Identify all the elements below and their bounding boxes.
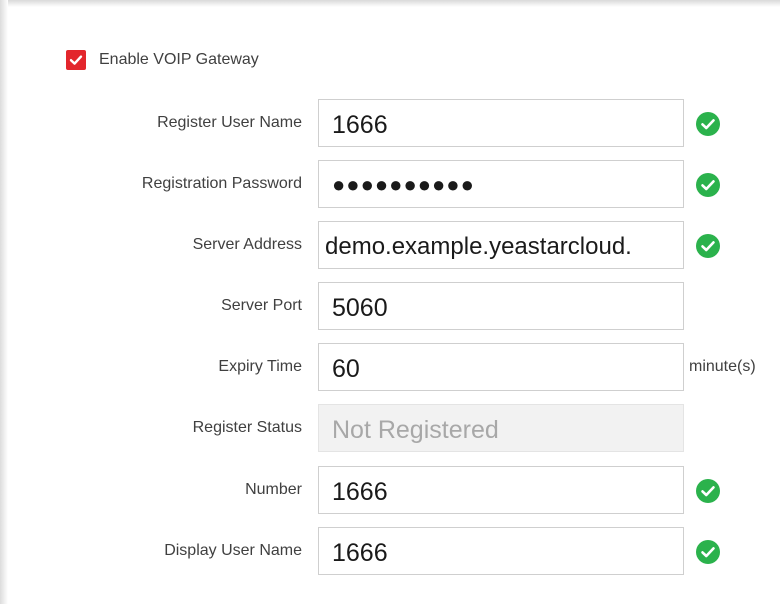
server-address-value: demo.example.yeastarcloud.: [325, 233, 632, 260]
panel-top-shadow: [0, 0, 780, 7]
registration-password-label: Registration Password: [141, 175, 302, 192]
enable-voip-gateway-checkbox[interactable]: [66, 50, 86, 70]
form-row-register-user-name: Register User Name 1666: [0, 99, 780, 147]
register-status-label: Register Status: [192, 419, 302, 436]
register-user-name-input[interactable]: 1666: [318, 99, 684, 147]
checkmark-icon: [69, 55, 83, 65]
registration-password-input[interactable]: ●●●●●●●●●●: [318, 160, 684, 208]
form-row-server-address: Server Address demo.example.yeastarcloud…: [0, 221, 780, 269]
display-user-name-label: Display User Name: [164, 542, 302, 559]
form-row-expiry-time: Expiry Time 60 minute(s): [0, 343, 780, 391]
server-port-label: Server Port: [221, 297, 302, 314]
expiry-time-value: 60: [332, 355, 360, 383]
form-row-registration-password: Registration Password ●●●●●●●●●●: [0, 160, 780, 208]
expiry-time-input[interactable]: 60: [318, 343, 684, 391]
register-status-value: Not Registered: [332, 416, 499, 444]
enable-voip-gateway-label: Enable VOIP Gateway: [99, 51, 259, 68]
server-address-input[interactable]: demo.example.yeastarcloud.: [318, 221, 684, 269]
register-user-name-label: Register User Name: [157, 114, 302, 131]
display-user-name-value: 1666: [332, 539, 388, 567]
voip-gateway-settings-panel: Enable VOIP Gateway Register User Name 1…: [0, 0, 780, 604]
server-address-label: Server Address: [192, 236, 302, 253]
check-circle-icon: [696, 540, 720, 564]
expiry-time-unit: minute(s): [689, 358, 756, 375]
check-circle-icon: [696, 112, 720, 136]
server-port-input[interactable]: 5060: [318, 282, 684, 330]
display-user-name-input[interactable]: 1666: [318, 527, 684, 575]
form-row-display-user-name: Display User Name 1666: [0, 527, 780, 575]
register-status-field: Not Registered: [318, 404, 684, 452]
register-user-name-value: 1666: [332, 111, 388, 139]
number-value: 1666: [332, 478, 388, 506]
form-row-server-port: Server Port 5060: [0, 282, 780, 330]
number-input[interactable]: 1666: [318, 466, 684, 514]
check-circle-icon: [696, 479, 720, 503]
expiry-time-label: Expiry Time: [218, 358, 302, 375]
check-circle-icon: [696, 173, 720, 197]
server-port-value: 5060: [332, 294, 388, 322]
form-row-number: Number 1666: [0, 466, 780, 514]
enable-voip-gateway-option[interactable]: Enable VOIP Gateway: [66, 50, 259, 70]
registration-password-value: ●●●●●●●●●●: [332, 172, 475, 197]
form-row-register-status: Register Status Not Registered: [0, 404, 780, 452]
number-label: Number: [245, 481, 302, 498]
check-circle-icon: [696, 234, 720, 258]
